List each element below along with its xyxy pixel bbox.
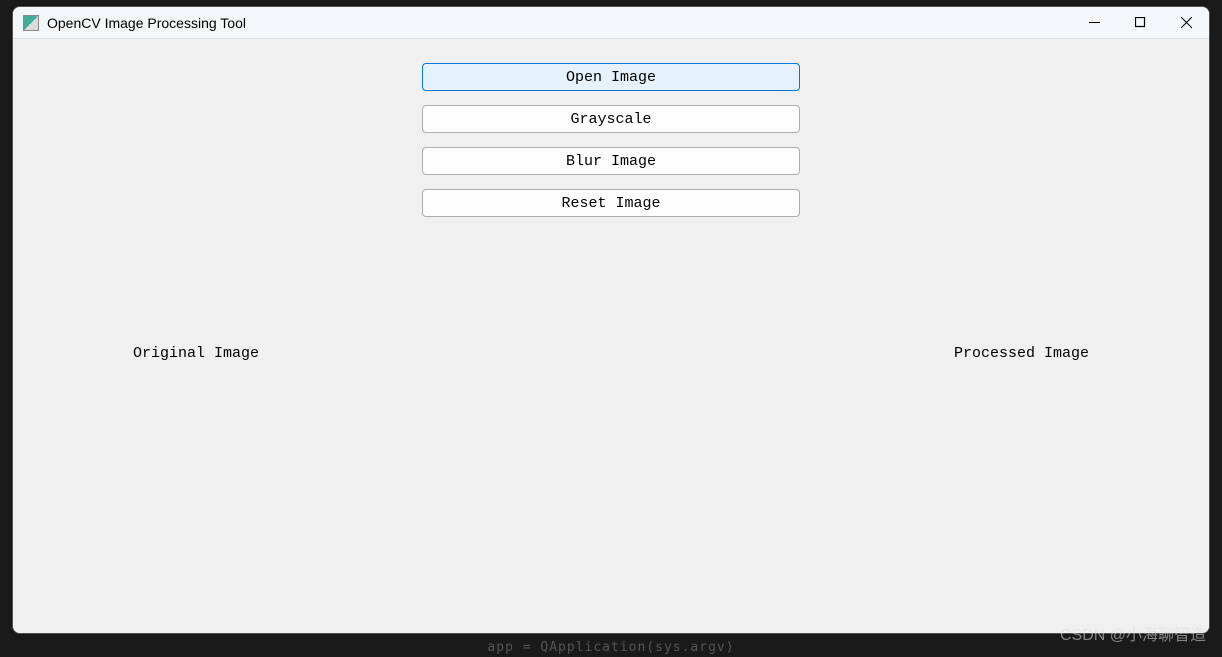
- grayscale-button[interactable]: Grayscale: [422, 105, 800, 133]
- button-toolbar: Open Image Grayscale Blur Image Reset Im…: [13, 63, 1209, 217]
- processed-image-label: Processed Image: [954, 345, 1089, 362]
- maximize-button[interactable]: [1117, 7, 1163, 38]
- application-window: OpenCV Image Processing Tool Open Image …: [12, 6, 1210, 634]
- blur-image-button[interactable]: Blur Image: [422, 147, 800, 175]
- maximize-icon: [1135, 17, 1146, 28]
- close-icon: [1181, 17, 1192, 28]
- titlebar[interactable]: OpenCV Image Processing Tool: [13, 7, 1209, 39]
- window-controls: [1071, 7, 1209, 38]
- open-image-button[interactable]: Open Image: [422, 63, 800, 91]
- client-area: Open Image Grayscale Blur Image Reset Im…: [13, 39, 1209, 633]
- reset-image-button[interactable]: Reset Image: [422, 189, 800, 217]
- minimize-button[interactable]: [1071, 7, 1117, 38]
- close-button[interactable]: [1163, 7, 1209, 38]
- background-code-text: app = QApplication(sys.argv): [487, 640, 734, 655]
- app-icon: [23, 15, 39, 31]
- minimize-icon: [1089, 17, 1100, 28]
- original-image-label: Original Image: [133, 345, 259, 362]
- image-labels-row: Original Image Processed Image: [13, 345, 1209, 362]
- window-title: OpenCV Image Processing Tool: [47, 15, 1071, 31]
